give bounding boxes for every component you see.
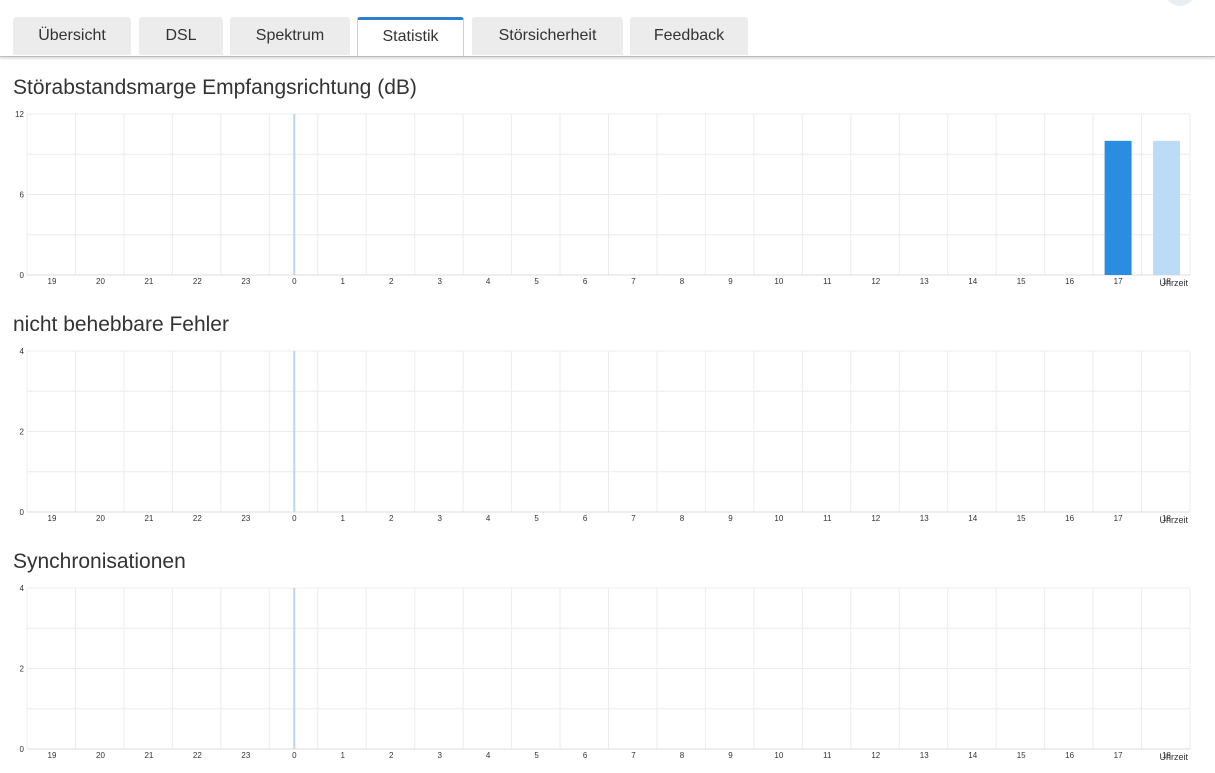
x-tick-label: 6 [583, 277, 588, 286]
x-tick-label: 11 [823, 514, 832, 523]
x-tick-label: 7 [631, 514, 636, 523]
x-tick-label: 3 [437, 751, 442, 760]
x-tick-label: 22 [193, 514, 202, 523]
y-tick-label: 0 [20, 508, 25, 517]
x-tick-label: 20 [96, 514, 105, 523]
x-tick-label: 15 [1017, 277, 1026, 286]
x-tick-label: 22 [193, 751, 202, 760]
uncorrectable-errors-chart: 42019 20 21 22 23 0 1 2 3 4 5 6 7 8 9 10 11 12 13 14 15 16 17 1… [20, 347, 1191, 525]
x-tick-label: 0 [292, 277, 297, 286]
x-tick-label: 7 [631, 751, 636, 760]
x-tick-label: 6 [583, 751, 588, 760]
x-axis-label: Uhrzeit [1159, 515, 1188, 525]
tab-statistik[interactable]: Statistik [357, 17, 464, 56]
tab-spektrum[interactable]: Spektrum [230, 17, 350, 55]
x-tick-label: 12 [871, 514, 880, 523]
x-tick-label: 20 [96, 751, 105, 760]
synchronisations-chart: 42019 20 21 22 23 0 1 2 3 4 5 6 7 8 9 10 11 12 13 14 15 16 17 1… [20, 584, 1191, 762]
x-tick-label: 19 [48, 751, 57, 760]
avatar[interactable] [1165, 0, 1195, 6]
x-tick-label: 20 [96, 277, 105, 286]
x-axis-label: Uhrzeit [1159, 278, 1188, 288]
bar [1104, 140, 1132, 275]
x-tick-label: 16 [1065, 514, 1074, 523]
x-tick-label: 0 [292, 751, 297, 760]
bar [1153, 140, 1181, 275]
x-tick-label: 23 [241, 277, 250, 286]
tab-dsl[interactable]: DSL [139, 17, 223, 55]
x-tick-label: 19 [48, 277, 57, 286]
y-tick-label: 2 [20, 665, 25, 674]
x-tick-label: 10 [774, 514, 783, 523]
x-tick-label: 3 [437, 277, 442, 286]
x-tick-label: 5 [534, 277, 539, 286]
x-tick-label: 15 [1017, 751, 1026, 760]
chart-section-snr-margin: Störabstandsmarge Empfangsrichtung (dB) … [0, 76, 1215, 301]
x-tick-label: 4 [486, 277, 491, 286]
x-tick-label: 5 [534, 751, 539, 760]
x-tick-label: 7 [631, 277, 636, 286]
x-tick-label: 15 [1017, 514, 1026, 523]
x-tick-label: 4 [486, 514, 491, 523]
x-tick-label: 9 [728, 277, 733, 286]
x-axis-label: Uhrzeit [1159, 752, 1188, 762]
x-tick-label: 8 [680, 514, 685, 523]
x-tick-label: 2 [389, 751, 394, 760]
x-tick-label: 10 [774, 277, 783, 286]
y-tick-label: 0 [20, 271, 25, 280]
x-tick-label: 9 [728, 751, 733, 760]
y-tick-label: 6 [20, 191, 25, 200]
x-tick-label: 0 [292, 514, 297, 523]
tab-stoersicherheit[interactable]: Störsicherheit [472, 17, 623, 55]
tab-feedback[interactable]: Feedback [630, 17, 748, 55]
x-tick-label: 11 [823, 277, 832, 286]
x-tick-label: 12 [871, 751, 880, 760]
x-tick-label: 14 [968, 751, 977, 760]
x-tick-label: 5 [534, 514, 539, 523]
x-tick-label: 16 [1065, 277, 1074, 286]
x-tick-label: 1 [341, 751, 346, 760]
y-tick-label: 4 [20, 347, 25, 356]
x-tick-label: 19 [48, 514, 57, 523]
x-tick-label: 14 [968, 277, 977, 286]
x-tick-label: 14 [968, 514, 977, 523]
x-tick-label: 9 [728, 514, 733, 523]
x-tick-label: 13 [920, 514, 929, 523]
x-tick-label: 21 [144, 277, 153, 286]
x-tick-label: 17 [1114, 277, 1123, 286]
x-tick-label: 11 [823, 751, 832, 760]
x-tick-label: 16 [1065, 751, 1074, 760]
x-tick-label: 12 [871, 277, 880, 286]
x-tick-label: 1 [341, 277, 346, 286]
x-tick-label: 23 [241, 751, 250, 760]
x-tick-label: 21 [144, 751, 153, 760]
chart-section-synchronisations: Synchronisationen 4 2 0 19 20 21 22 23 0 1 2 3 4 5 6 7 8… [0, 550, 1215, 773]
x-tick-label: 22 [193, 277, 202, 286]
x-tick-label: 17 [1114, 751, 1123, 760]
x-tick-label: 3 [437, 514, 442, 523]
x-tick-label: 4 [486, 751, 491, 760]
tab-bar: Übersicht DSL Spektrum Statistik Störsic… [0, 0, 1215, 57]
x-tick-label: 13 [920, 277, 929, 286]
x-tick-label: 2 [389, 514, 394, 523]
y-tick-label: 12 [15, 110, 24, 119]
x-tick-label: 8 [680, 277, 685, 286]
snr-margin-chart: 126019 20 21 22 23 0 1 2 3 4 5 6 7 8 9 10 11 12 13 14 15 16 17… [15, 110, 1191, 288]
x-tick-label: 13 [920, 751, 929, 760]
x-tick-label: 17 [1114, 514, 1123, 523]
x-tick-label: 2 [389, 277, 394, 286]
x-tick-label: 8 [680, 751, 685, 760]
y-tick-label: 4 [20, 584, 25, 593]
y-tick-label: 0 [20, 745, 25, 754]
x-tick-label: 1 [341, 514, 346, 523]
x-tick-label: 6 [583, 514, 588, 523]
chart-section-uncorrectable-errors: nicht behebbare Fehler 4 2 0 19 20 21 22 23 0 1 2 3… [0, 313, 1215, 538]
y-tick-label: 2 [20, 428, 25, 437]
tab-uebersicht[interactable]: Übersicht [13, 17, 131, 55]
x-tick-label: 10 [774, 751, 783, 760]
x-tick-label: 23 [241, 514, 250, 523]
x-tick-label: 21 [144, 514, 153, 523]
